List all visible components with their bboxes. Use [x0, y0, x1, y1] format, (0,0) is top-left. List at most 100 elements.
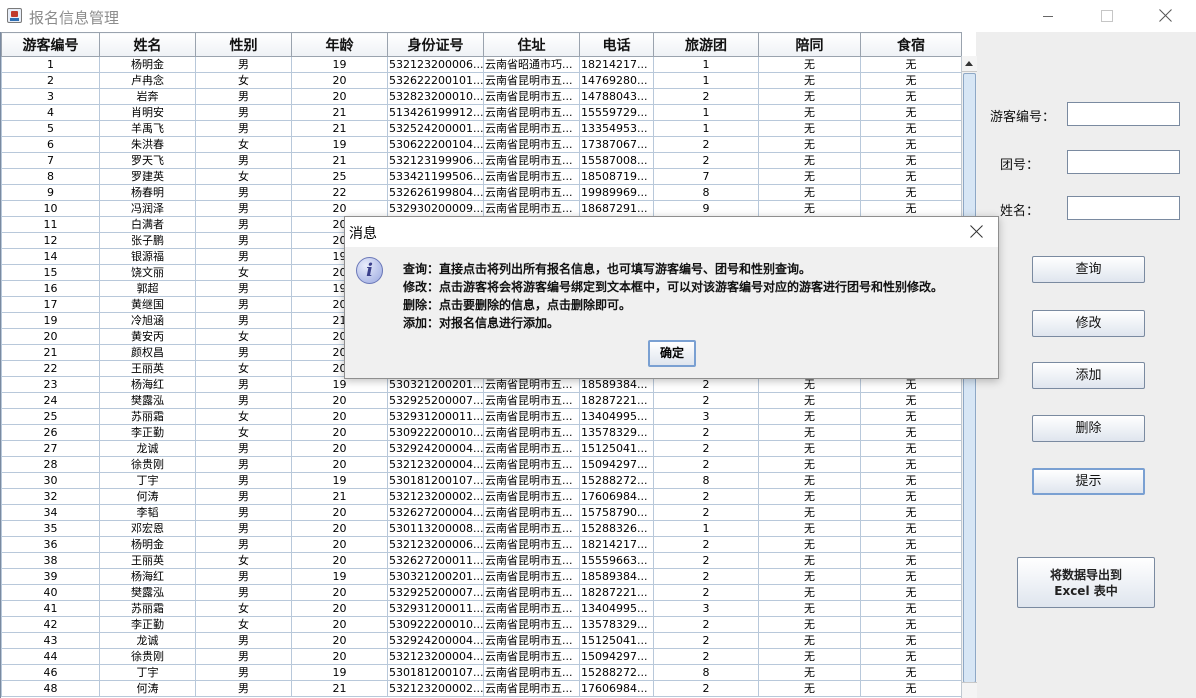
table-cell[interactable]: 19989969...	[579, 184, 654, 201]
table-cell[interactable]: 21	[291, 104, 388, 121]
table-cell[interactable]: 15	[1, 264, 100, 281]
table-cell[interactable]: 男	[195, 472, 292, 489]
table-cell[interactable]: 云南省昆明市五...	[483, 392, 580, 409]
table-cell[interactable]: 云南省昆明市五...	[483, 648, 580, 665]
table-cell[interactable]: 7	[653, 168, 759, 185]
table-cell[interactable]: 19	[291, 136, 388, 153]
table-cell[interactable]: 532930200009...	[387, 200, 484, 217]
table-cell[interactable]: 男	[195, 344, 292, 361]
table-row[interactable]: 36 杨明金男 20 532123200006... 云南省昆明市五... 1821421…	[1, 536, 962, 553]
table-row[interactable]: 48 何涛男 21 532123200002... 云南省昆明市五... 17606984…	[1, 680, 962, 697]
table-cell[interactable]: 530922200010...	[387, 424, 484, 441]
table-cell[interactable]: 无	[758, 536, 861, 553]
table-cell[interactable]: 王丽英	[99, 552, 196, 569]
table-cell[interactable]: 530922200010...	[387, 616, 484, 633]
table-cell[interactable]: 20	[291, 520, 388, 537]
table-row[interactable]: 39 杨海红男 19 530321200201... 云南省昆明市五... 1858938…	[1, 568, 962, 585]
table-cell[interactable]: 20	[291, 584, 388, 601]
table-cell[interactable]: 532925200007...	[387, 584, 484, 601]
table-cell[interactable]: 2	[653, 552, 759, 569]
table-cell[interactable]: 无	[860, 72, 962, 89]
table-cell[interactable]: 14	[1, 248, 100, 265]
table-cell[interactable]: 龙诚	[99, 632, 196, 649]
table-cell[interactable]: 11	[1, 216, 100, 233]
table-cell[interactable]: 无	[860, 472, 962, 489]
table-cell[interactable]: 男	[195, 296, 292, 313]
column-header[interactable]: 姓名	[99, 32, 196, 57]
table-cell[interactable]: 532626199804...	[387, 184, 484, 201]
table-row[interactable]: 8 罗建英女 25 533421199506... 云南省昆明市五... 18508719…	[1, 168, 962, 185]
table-cell[interactable]: 17606984...	[579, 680, 654, 697]
table-cell[interactable]: 杨明金	[99, 56, 196, 73]
table-cell[interactable]: 17606984...	[579, 488, 654, 505]
table-cell[interactable]: 黄继国	[99, 296, 196, 313]
table-cell[interactable]: 岩奔	[99, 88, 196, 105]
table-cell[interactable]: 35	[1, 520, 100, 537]
table-cell[interactable]: 无	[758, 136, 861, 153]
table-cell[interactable]: 20	[1, 328, 100, 345]
table-cell[interactable]: 2	[653, 680, 759, 697]
table-cell[interactable]: 26	[1, 424, 100, 441]
table-cell[interactable]: 丁宇	[99, 472, 196, 489]
table-cell[interactable]: 13578329...	[579, 424, 654, 441]
table-row[interactable]: 27 龙诚男 20 532924200004... 云南省昆明市五... 15125041…	[1, 440, 962, 457]
table-cell[interactable]: 男	[195, 568, 292, 585]
table-cell[interactable]: 男	[195, 56, 292, 73]
table-cell[interactable]: 龙诚	[99, 440, 196, 457]
table-row[interactable]: 6 朱洪春女 19 530622200104... 云南省昆明市五... 17387067…	[1, 136, 962, 153]
table-cell[interactable]: 男	[195, 152, 292, 169]
table-cell[interactable]: 3	[1, 88, 100, 105]
table-row[interactable]: 3 岩奔男 20 532823200010... 云南省昆明市五... 14788043.…	[1, 88, 962, 105]
table-cell[interactable]: 男	[195, 504, 292, 521]
table-cell[interactable]: 2	[653, 632, 759, 649]
table-cell[interactable]: 羊禹飞	[99, 120, 196, 137]
table-cell[interactable]: 男	[195, 392, 292, 409]
table-cell[interactable]: 无	[758, 152, 861, 169]
table-cell[interactable]: 无	[758, 504, 861, 521]
table-cell[interactable]: 女	[195, 136, 292, 153]
table-cell[interactable]: 18214217...	[579, 56, 654, 73]
table-cell[interactable]: 男	[195, 104, 292, 121]
add-button[interactable]: 添加	[1032, 362, 1145, 389]
table-cell[interactable]: 530622200104...	[387, 136, 484, 153]
table-cell[interactable]: 1	[653, 120, 759, 137]
table-cell[interactable]: 532622200101...	[387, 72, 484, 89]
table-cell[interactable]: 2	[1, 72, 100, 89]
table-cell[interactable]: 39	[1, 568, 100, 585]
table-cell[interactable]: 男	[195, 248, 292, 265]
table-cell[interactable]: 男	[195, 664, 292, 681]
table-cell[interactable]: 13404995...	[579, 600, 654, 617]
column-header[interactable]: 旅游团	[653, 32, 759, 57]
table-cell[interactable]: 530181200107...	[387, 664, 484, 681]
table-cell[interactable]: 云南省昆明市五...	[483, 104, 580, 121]
table-cell[interactable]: 无	[860, 184, 962, 201]
table-cell[interactable]: 无	[860, 152, 962, 169]
table-cell[interactable]: 女	[195, 600, 292, 617]
table-cell[interactable]: 无	[758, 488, 861, 505]
table-cell[interactable]: 28	[1, 456, 100, 473]
table-cell[interactable]: 女	[195, 168, 292, 185]
table-cell[interactable]: 云南省昆明市五...	[483, 632, 580, 649]
table-cell[interactable]: 无	[758, 104, 861, 121]
table-cell[interactable]: 女	[195, 616, 292, 633]
table-cell[interactable]: 无	[758, 680, 861, 697]
table-row[interactable]: 42 李正勤女 20 530922200010... 云南省昆明市五... 1357832…	[1, 616, 962, 633]
table-row[interactable]: 34 李韬男 20 532627200004... 云南省昆明市五... 15758790…	[1, 504, 962, 521]
table-cell[interactable]: 樊露泓	[99, 584, 196, 601]
table-cell[interactable]: 何涛	[99, 680, 196, 697]
table-cell[interactable]: 6	[1, 136, 100, 153]
table-cell[interactable]: 男	[195, 200, 292, 217]
table-cell[interactable]: 无	[860, 632, 962, 649]
table-cell[interactable]: 19	[291, 568, 388, 585]
table-row[interactable]: 40 樊露泓男 20 532925200007... 云南省昆明市五... 1828722…	[1, 584, 962, 601]
table-row[interactable]: 7 罗天飞男 21 532123199906... 云南省昆明市五... 15587008…	[1, 152, 962, 169]
modify-button[interactable]: 修改	[1032, 310, 1145, 337]
table-cell[interactable]: 云南省昆明市五...	[483, 200, 580, 217]
table-cell[interactable]: 男	[195, 376, 292, 393]
table-cell[interactable]: 3	[653, 408, 759, 425]
table-cell[interactable]: 2	[653, 456, 759, 473]
table-cell[interactable]: 女	[195, 328, 292, 345]
table-cell[interactable]: 20	[291, 72, 388, 89]
table-cell[interactable]: 樊露泓	[99, 392, 196, 409]
table-cell[interactable]: 1	[653, 520, 759, 537]
